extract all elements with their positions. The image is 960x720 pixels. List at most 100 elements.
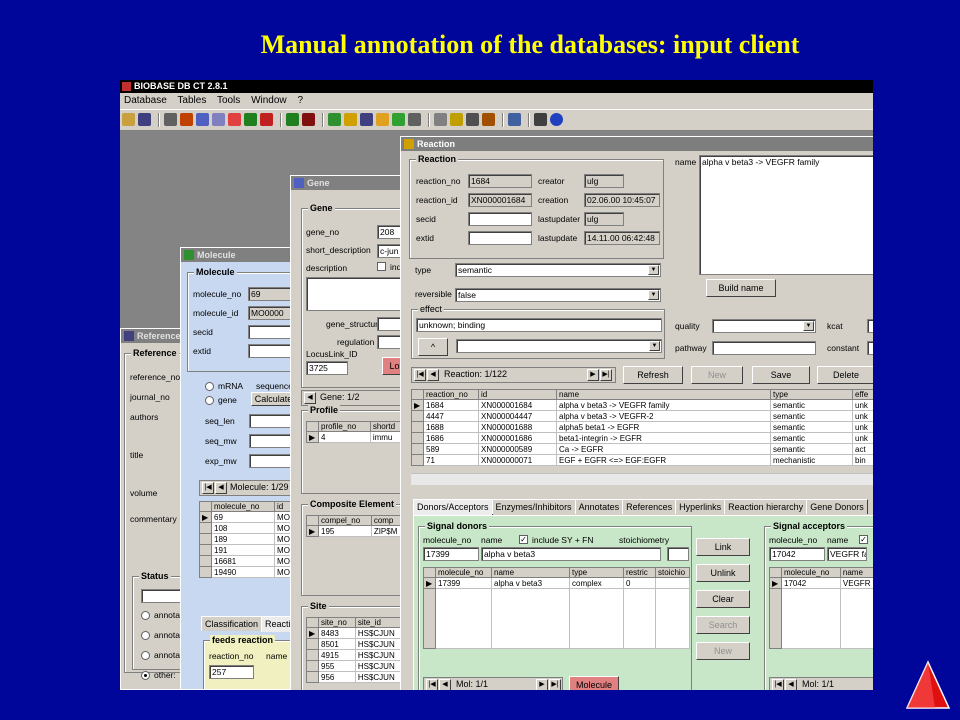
arrow-down-icon[interactable] <box>180 113 193 126</box>
gene-structure-field[interactable] <box>377 317 401 331</box>
column-header[interactable]: molecule_no <box>210 501 276 512</box>
prev-record-icon[interactable]: ◀ <box>215 482 227 494</box>
molecule-window-titlebar[interactable]: Molecule <box>181 248 299 262</box>
table-row[interactable]: 1688 XN000001688 alpha5 beta1 -> EGFR seman… <box>411 421 873 433</box>
column-header[interactable]: compel_no <box>318 515 372 526</box>
chevron-down-icon[interactable]: ▼ <box>648 265 659 275</box>
fire-icon[interactable] <box>260 113 273 126</box>
book-icon[interactable] <box>286 113 299 126</box>
table-row[interactable]: 956 HS$CJUN <box>306 671 401 683</box>
acceptor-name-field[interactable]: VEGFR fa <box>827 547 867 561</box>
column-header[interactable]: name <box>556 389 771 400</box>
clear-button[interactable]: Clear <box>696 590 750 608</box>
reaction-icon[interactable] <box>344 113 357 126</box>
first-record-icon[interactable]: |◀ <box>414 369 426 381</box>
pathway-icon[interactable] <box>392 113 405 126</box>
constant-field[interactable] <box>867 341 873 355</box>
lastupdater-field[interactable]: ulg <box>584 212 624 226</box>
column-header[interactable]: name <box>839 567 873 578</box>
column-header[interactable]: molecule_no <box>435 567 492 578</box>
table-row[interactable]: ▶ 195 ZIP$M <box>306 525 401 537</box>
table-row[interactable]: 8501 HS$CJUN <box>306 638 401 650</box>
refresh-button[interactable]: Refresh <box>623 366 683 384</box>
menu-tools[interactable]: Tools <box>217 95 240 106</box>
description-field[interactable] <box>306 277 401 311</box>
stoichiometry-field[interactable] <box>667 547 689 561</box>
site-icon[interactable] <box>376 113 389 126</box>
last-record-icon[interactable]: ▶| <box>549 679 561 690</box>
tab-donors-acceptors[interactable]: Donors/Acceptors <box>413 499 493 515</box>
extid-field[interactable] <box>468 231 532 245</box>
menu-help[interactable]: ? <box>297 95 303 106</box>
reaction-id-field[interactable]: XN000001684 <box>468 193 532 207</box>
first-record-icon[interactable]: |◀ <box>426 679 438 690</box>
gene-list-icon[interactable] <box>212 113 225 126</box>
locuslink-button[interactable]: Lo <box>382 357 401 375</box>
save-button[interactable]: Save <box>752 366 810 384</box>
secid-field[interactable] <box>468 212 532 226</box>
column-header[interactable]: site_no <box>318 617 356 628</box>
status-radio-other[interactable] <box>141 671 150 680</box>
pathway-field[interactable] <box>712 341 816 355</box>
regulation-field[interactable] <box>377 335 401 349</box>
table-row[interactable]: 955 HS$CJUN <box>306 660 401 672</box>
acceptor-molecule-no-field[interactable]: 17042 <box>769 547 825 561</box>
column-header[interactable]: shortd <box>369 421 401 432</box>
mrna-radio[interactable] <box>205 382 214 391</box>
cut-icon[interactable] <box>466 113 479 126</box>
prev-record-icon[interactable]: ◀ <box>785 679 797 690</box>
reaction-table-scrollbar[interactable] <box>411 473 873 485</box>
creator-field[interactable]: ulg <box>584 174 624 188</box>
status-radio-3[interactable] <box>141 651 150 660</box>
table-row[interactable]: 1686 XN000001686 beta1-integrin -> EGFR sem… <box>411 432 873 444</box>
effect-up-button[interactable]: ^ <box>418 338 448 356</box>
kcat-field[interactable] <box>867 319 873 333</box>
gene-no-field[interactable]: 208 <box>377 225 401 239</box>
tab-gene-donors[interactable]: Gene Donors <box>806 499 868 514</box>
effect-select[interactable]: ▼ <box>456 339 662 353</box>
print-icon[interactable] <box>508 113 521 126</box>
type-select[interactable]: semantic ▼ <box>455 263 661 277</box>
column-header[interactable]: stoichio <box>655 567 690 578</box>
link-button[interactable]: Link <box>696 538 750 556</box>
table-row[interactable]: 4447 XN000004447 alpha v beta3 -> VEGFR-2 s… <box>411 410 873 422</box>
tab-reaction-hierarchy[interactable]: Reaction hierarchy <box>724 499 808 514</box>
next-record-icon[interactable]: ▶ <box>587 369 599 381</box>
column-header[interactable]: type <box>770 389 853 400</box>
table-row[interactable]: ▶ 1684 XN000001684 alpha v beta3 -> VEGFR f… <box>411 399 873 411</box>
open-folder-icon[interactable] <box>122 113 135 126</box>
prev-record-icon[interactable]: ◀ <box>439 679 451 690</box>
donor-molecule-no-field[interactable]: 17399 <box>423 547 479 561</box>
column-header[interactable]: profile_no <box>318 421 371 432</box>
donor-name-field[interactable]: alpha v beta3 <box>481 547 661 561</box>
stack-icon[interactable] <box>302 113 315 126</box>
new-link-button[interactable]: New <box>696 642 750 660</box>
locuslink-field[interactable]: 3725 <box>306 361 348 375</box>
column-header[interactable]: comp <box>370 515 401 526</box>
last-record-icon[interactable]: ▶| <box>600 369 612 381</box>
new-button[interactable]: New <box>691 366 743 384</box>
table-row[interactable]: 71 XN000000071 EGF + EGFR <=> EGF:EGFR mech… <box>411 454 873 466</box>
table-row[interactable]: ▶ 69 MO0 <box>199 511 299 523</box>
column-header[interactable]: type <box>569 567 624 578</box>
slide-nav-arrow-icon[interactable] <box>905 660 951 710</box>
table-row[interactable]: 189 MO0 <box>199 533 299 545</box>
table-row[interactable]: 4915 HS$CJUN <box>306 649 401 661</box>
feeds-reaction-no-field[interactable]: 257 <box>209 665 254 679</box>
tab-hyperlinks[interactable]: Hyperlinks <box>675 499 726 514</box>
quality-select[interactable]: ▼ <box>712 319 816 333</box>
creation-field[interactable]: 02.06.00 10:45:07 <box>584 193 660 207</box>
tree-icon[interactable] <box>434 113 447 126</box>
column-header[interactable]: id <box>478 389 557 400</box>
table-row[interactable]: 16681 MO0 <box>199 555 299 567</box>
status-radio-1[interactable] <box>141 611 150 620</box>
reaction-window-titlebar[interactable]: Reaction <box>401 137 873 151</box>
chevron-down-icon[interactable]: ▼ <box>649 341 660 351</box>
include-sy-fn-checkbox[interactable]: ✓ <box>519 535 528 544</box>
reference-icon[interactable] <box>360 113 373 126</box>
effect-field[interactable]: unknown; binding <box>416 318 662 332</box>
column-header[interactable]: molecule_no <box>781 567 841 578</box>
molecule-icon[interactable] <box>328 113 341 126</box>
menu-tables[interactable]: Tables <box>177 95 206 106</box>
table-row[interactable]: 108 MO0 <box>199 522 299 534</box>
